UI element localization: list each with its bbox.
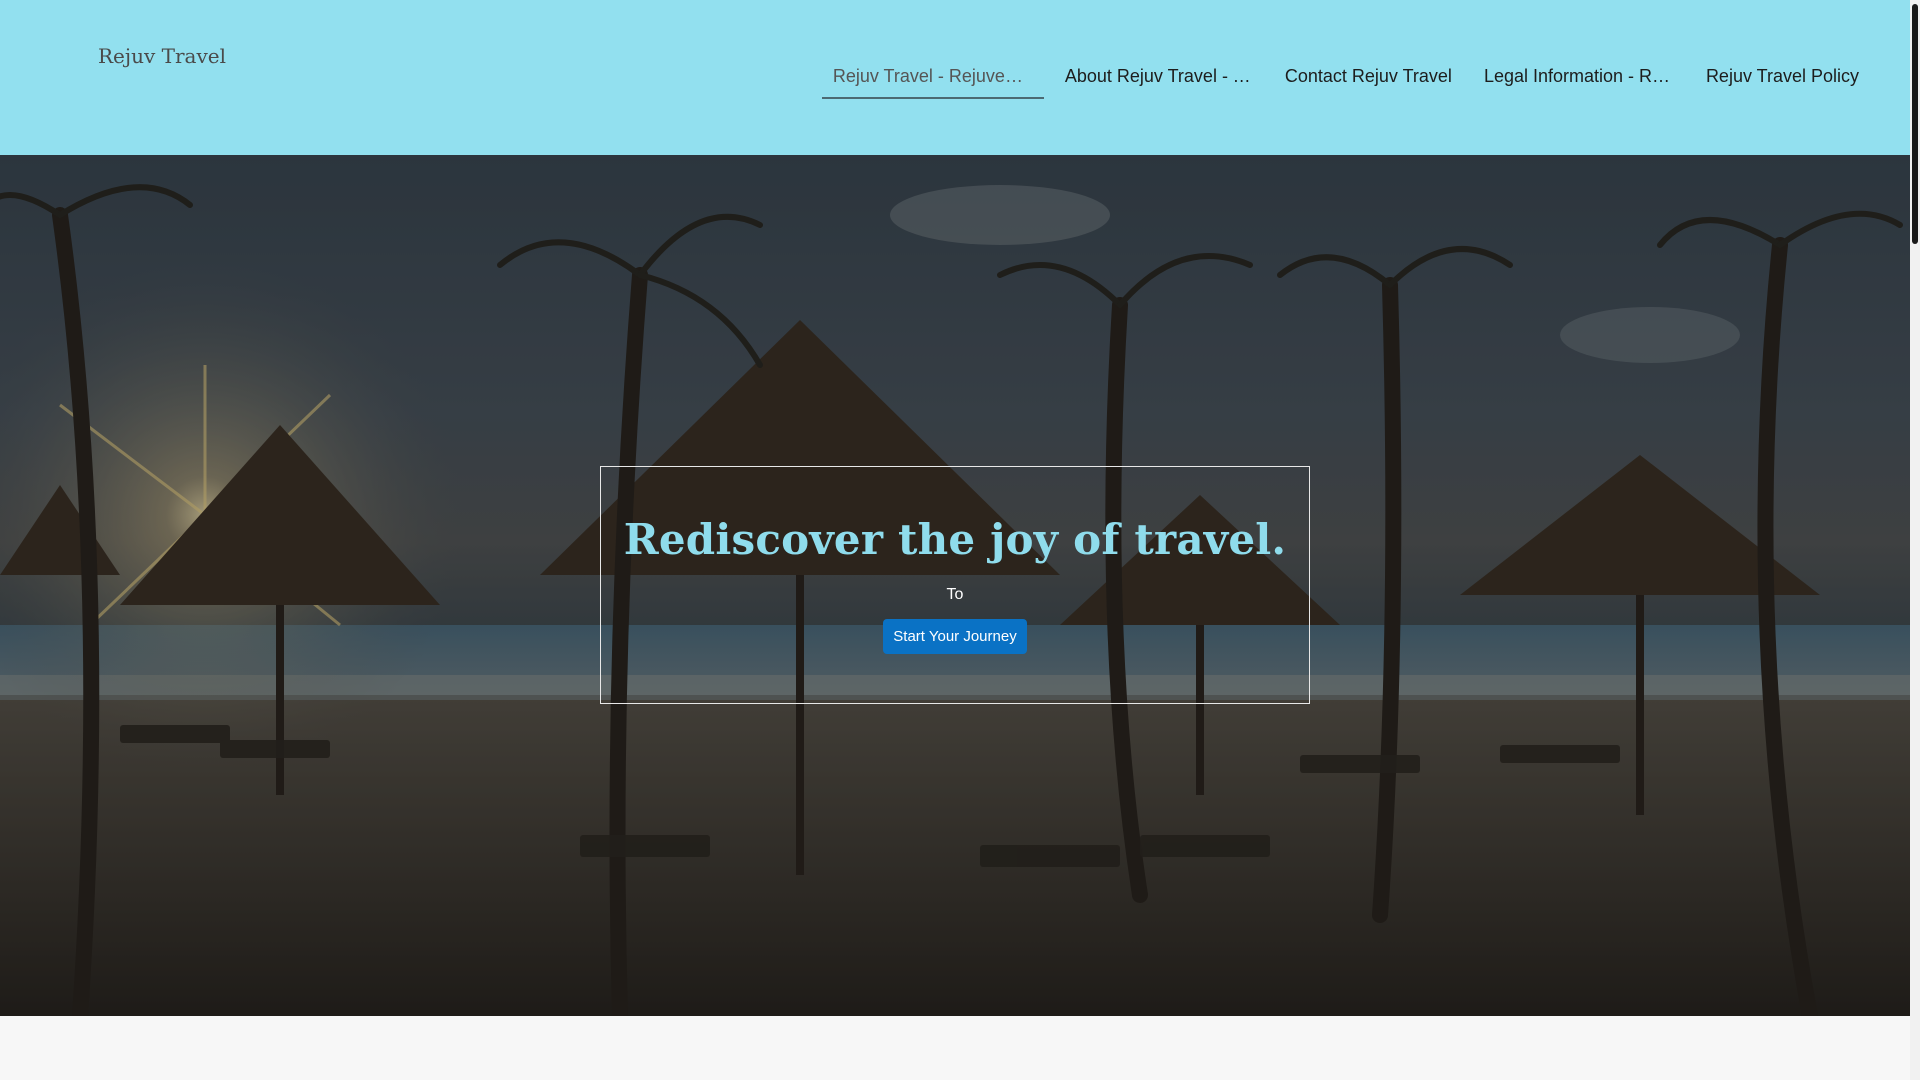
hero-section: Rediscover the joy of travel. To Start Y… xyxy=(0,155,1910,1016)
hero-title: Rediscover the joy of travel. xyxy=(623,515,1287,564)
nav-item-policy[interactable]: Rejuv Travel Policy xyxy=(1695,62,1870,97)
hero-subtitle: To xyxy=(946,586,964,603)
nav-item-about[interactable]: About Rejuv Travel - You… xyxy=(1054,62,1264,97)
nav-item-contact[interactable]: Contact Rejuv Travel xyxy=(1274,62,1463,97)
nav-item-home[interactable]: Rejuv Travel - Rejuvenat… xyxy=(821,62,1044,99)
main-nav: Rejuv Travel - Rejuvenat… About Rejuv Tr… xyxy=(812,62,1870,99)
page-scrollbar[interactable] xyxy=(1910,0,1920,1080)
scrollbar-thumb[interactable] xyxy=(1912,4,1918,244)
start-journey-button[interactable]: Start Your Journey xyxy=(883,619,1027,654)
site-header: Rejuv Travel Rejuv Travel - Rejuvenat… A… xyxy=(0,0,1910,155)
hero-card: Rediscover the joy of travel. To Start Y… xyxy=(600,466,1310,704)
site-brand-link[interactable]: Rejuv Travel xyxy=(98,44,226,68)
nav-item-legal[interactable]: Legal Information - Reju… xyxy=(1473,62,1685,97)
